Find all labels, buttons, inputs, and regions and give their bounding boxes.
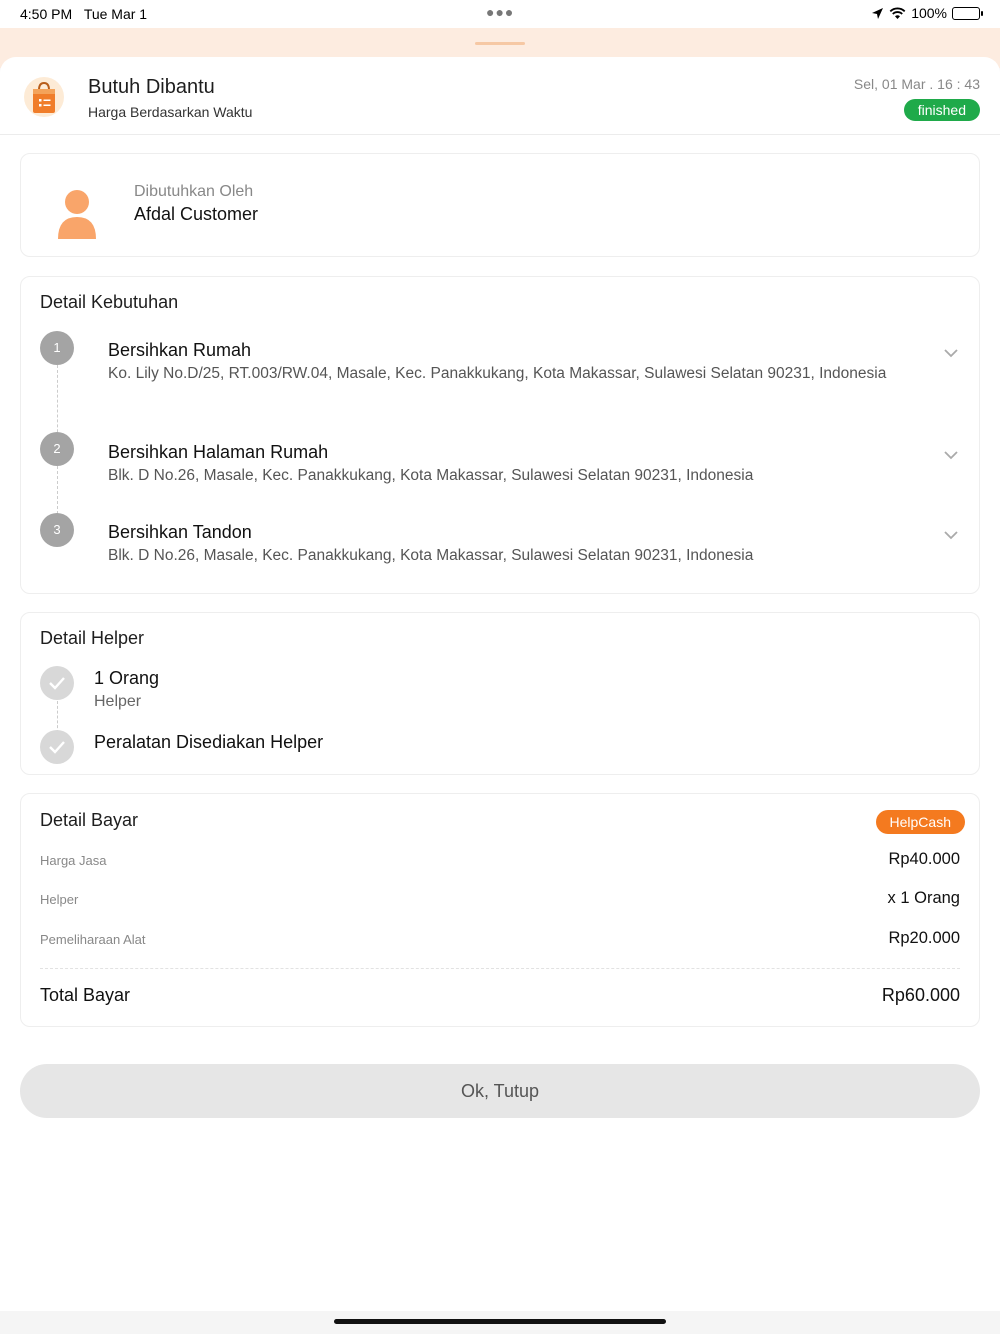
fee-label: Harga Jasa xyxy=(40,853,107,868)
fee-label: Pemeliharaan Alat xyxy=(40,932,146,947)
customer-card: Dibutuhkan Oleh Afdal Customer xyxy=(20,153,980,257)
step-number: 3 xyxy=(40,513,74,547)
need-address: Ko. Lily No.D/25, RT.003/RW.04, Masale, … xyxy=(108,365,887,382)
chevron-down-icon[interactable] xyxy=(942,449,960,461)
chevron-down-icon[interactable] xyxy=(942,529,960,541)
fee-value: Rp40.000 xyxy=(888,850,960,868)
need-title: Bersihkan Halaman Rumah xyxy=(108,442,329,462)
status-indicators: 100% xyxy=(871,5,983,21)
helper-title: Detail Helper xyxy=(40,628,145,648)
customer-name: Afdal Customer xyxy=(134,204,259,224)
status-bar: 4:50 PM Tue Mar 1 ●●● 100% xyxy=(0,0,1000,28)
pricing-type: Harga Berdasarkan Waktu xyxy=(88,104,253,120)
wifi-icon xyxy=(889,7,906,19)
status-badge: finished xyxy=(903,99,980,121)
multitasking-dots-icon[interactable]: ●●● xyxy=(486,4,514,20)
order-header: Butuh Dibantu Harga Berdasarkan Waktu Se… xyxy=(0,57,1000,135)
check-icon xyxy=(40,730,74,764)
status-time: 4:50 PM Tue Mar 1 xyxy=(20,6,148,22)
check-icon xyxy=(40,666,74,700)
step-number: 1 xyxy=(40,331,74,365)
need-address: Blk. D No.26, Masale, Kec. Panakkukang, … xyxy=(108,547,754,564)
order-detail-sheet: Butuh Dibantu Harga Berdasarkan Waktu Se… xyxy=(0,57,1000,1311)
helper-tools: Peralatan Disediakan Helper xyxy=(94,732,324,752)
page-title: Butuh Dibantu xyxy=(88,76,215,98)
payment-card: Detail Bayar HelpCash Harga Jasa Rp40.00… xyxy=(20,793,980,1027)
payment-title: Detail Bayar xyxy=(40,810,139,830)
divider xyxy=(40,968,960,969)
helper-card: Detail Helper 1 Orang Helper Peralatan D… xyxy=(20,612,980,775)
fee-value: Rp20.000 xyxy=(888,929,960,947)
chevron-down-icon[interactable] xyxy=(942,347,960,359)
order-datetime: Sel, 01 Mar . 16 : 43 xyxy=(853,76,980,92)
battery-icon xyxy=(952,6,983,20)
helper-count-label: Helper xyxy=(94,693,142,710)
helper-count: 1 Orang xyxy=(94,668,160,688)
payment-method-badge: HelpCash xyxy=(875,810,965,834)
fee-label: Helper xyxy=(40,892,79,907)
needs-title: Detail Kebutuhan xyxy=(40,292,179,312)
fee-value: x 1 Orang xyxy=(887,889,960,907)
total-value: Rp60.000 xyxy=(881,985,960,1005)
shopping-bag-icon xyxy=(24,77,64,117)
need-title: Bersihkan Rumah xyxy=(108,340,252,360)
sheet-drag-handle[interactable] xyxy=(475,42,525,45)
need-address: Blk. D No.26, Masale, Kec. Panakkukang, … xyxy=(108,467,754,484)
home-indicator[interactable] xyxy=(334,1319,666,1324)
step-number: 2 xyxy=(40,432,74,466)
timeline-connector xyxy=(57,701,58,733)
need-title: Bersihkan Tandon xyxy=(108,522,252,542)
battery-percent: 100% xyxy=(911,5,947,21)
customer-label: Dibutuhkan Oleh xyxy=(134,183,254,200)
timeline-connector xyxy=(57,466,58,514)
location-icon xyxy=(872,7,884,19)
avatar-icon xyxy=(58,190,96,239)
close-button[interactable]: Ok, Tutup xyxy=(20,1064,980,1118)
needs-card: Detail Kebutuhan 1 Bersihkan Rumah Ko. L… xyxy=(20,276,980,594)
total-label: Total Bayar xyxy=(40,985,131,1005)
